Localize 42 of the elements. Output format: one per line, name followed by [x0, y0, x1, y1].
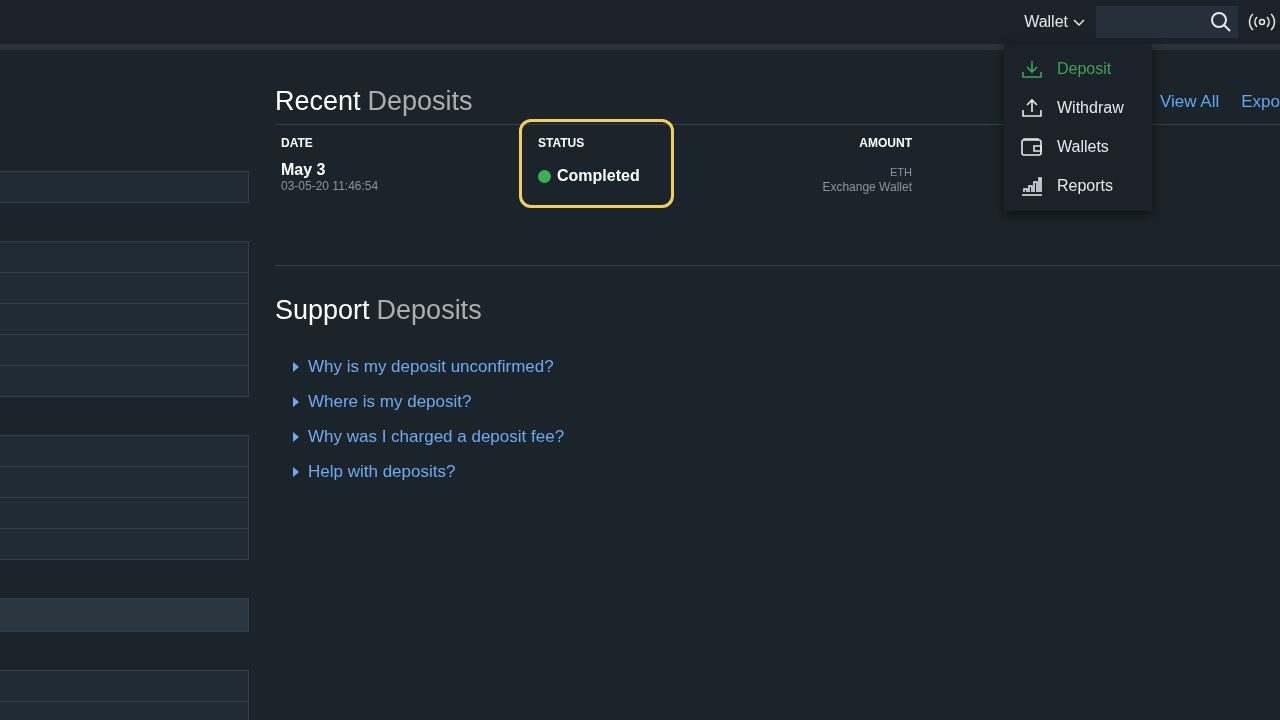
sidebar-row[interactable]	[0, 272, 249, 304]
caret-icon	[293, 397, 299, 407]
caret-icon	[293, 432, 299, 442]
search-icon[interactable]	[1210, 11, 1232, 33]
sidebar-row[interactable]	[0, 670, 249, 702]
search-field[interactable]	[1096, 6, 1238, 38]
timestamp-text: 03-05-20 11:46:54	[281, 179, 379, 193]
menu-item[interactable]: Deposit	[1004, 49, 1152, 88]
sidebar-row[interactable]	[0, 334, 249, 366]
date-text: May 3	[281, 161, 326, 179]
broadcast-icon[interactable]	[1248, 11, 1276, 33]
column-header: AMOUNT	[859, 136, 912, 152]
faq-link[interactable]: Where is my deposit?	[293, 392, 1280, 412]
sidebar-row[interactable]	[0, 435, 249, 467]
menu-item[interactable]: Withdraw	[1004, 88, 1152, 127]
sidebar-row[interactable]	[0, 466, 249, 498]
currency-text: ETH	[890, 166, 912, 178]
column-header: STATUS	[538, 136, 586, 152]
title-text: Recent	[275, 86, 361, 117]
status-text: Completed	[557, 167, 640, 185]
wallet-text: Exchange Wallet	[822, 180, 912, 194]
menu-item[interactable]: Reports	[1004, 166, 1152, 205]
title-accent: Deposits	[367, 86, 473, 117]
menu-item[interactable]: Wallets	[1004, 127, 1152, 166]
sidebar-row[interactable]	[0, 598, 249, 632]
sidebar-row[interactable]	[0, 241, 249, 273]
caret-icon	[293, 467, 299, 477]
title-text: Support	[275, 295, 370, 326]
sidebar-row[interactable]	[0, 365, 249, 397]
wallet-menu-button[interactable]: Wallet	[1024, 13, 1086, 31]
sidebar-row[interactable]	[0, 528, 249, 560]
caret-icon	[293, 362, 299, 372]
sidebar-row[interactable]	[0, 497, 249, 529]
faq-link[interactable]: Why is my deposit unconfirmed?	[293, 357, 1280, 377]
header-link[interactable]: Expo	[1241, 91, 1280, 112]
faq-link[interactable]: Why was I charged a deposit fee?	[293, 427, 1280, 447]
faq-link[interactable]: Help with deposits?	[293, 462, 1280, 482]
header-link[interactable]: View All	[1160, 91, 1220, 112]
sidebar-row[interactable]	[0, 303, 249, 335]
title-accent: Deposits	[376, 295, 482, 326]
sidebar-row[interactable]	[0, 171, 249, 203]
column-header: DATE	[281, 136, 313, 152]
